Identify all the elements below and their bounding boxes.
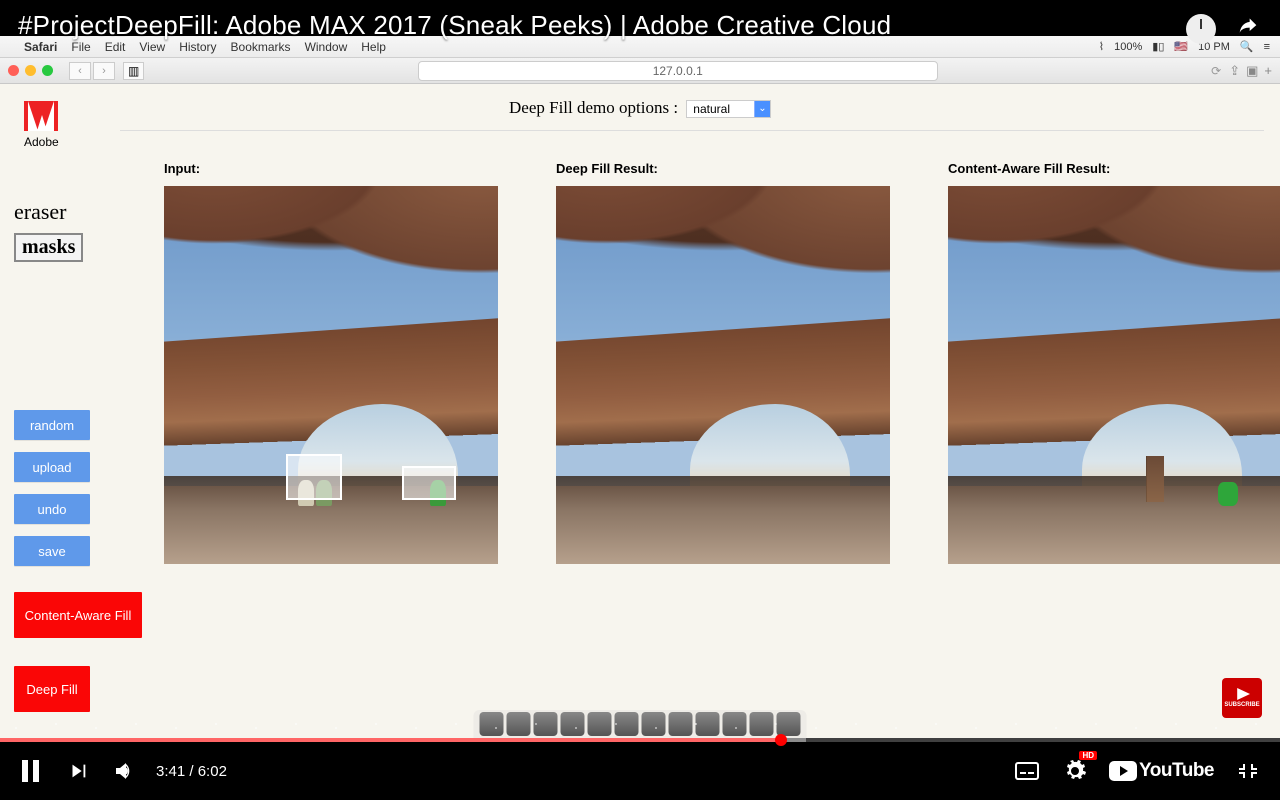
reload-icon[interactable]: ⟳ bbox=[1211, 64, 1221, 78]
dropdown-value: natural bbox=[687, 102, 754, 116]
save-button[interactable]: save bbox=[14, 536, 90, 566]
subscribe-badge[interactable]: SUBSCRIBE bbox=[1222, 678, 1262, 718]
mask-region-1[interactable] bbox=[286, 454, 342, 500]
mask-region-2[interactable] bbox=[402, 466, 456, 500]
traffic-lights[interactable] bbox=[8, 65, 53, 76]
play-icon bbox=[1234, 688, 1250, 700]
letterbox-band bbox=[0, 718, 1280, 738]
deepfill-panel: Deep Fill Result: bbox=[556, 161, 890, 712]
adobe-logo-icon bbox=[24, 101, 58, 131]
pause-button[interactable] bbox=[18, 757, 46, 785]
random-button[interactable]: random bbox=[14, 410, 90, 440]
forward-button[interactable]: › bbox=[93, 62, 115, 80]
wifi-icon[interactable]: ⌇ bbox=[1099, 40, 1104, 53]
battery-label: 100% bbox=[1114, 41, 1142, 53]
eraser-tool[interactable]: eraser bbox=[14, 199, 67, 225]
minimize-window-icon[interactable] bbox=[25, 65, 36, 76]
sidebar-toggle-icon[interactable]: ▥ bbox=[123, 62, 144, 80]
captions-button[interactable] bbox=[1013, 757, 1041, 785]
hd-badge: HD bbox=[1079, 751, 1097, 760]
youtube-logo-text: YouTube bbox=[1139, 760, 1214, 782]
share-icon[interactable] bbox=[1234, 15, 1262, 43]
caf-panel: Content-Aware Fill Result: bbox=[948, 161, 1280, 712]
masks-tool-button[interactable]: masks bbox=[14, 233, 83, 262]
caf-title: Content-Aware Fill Result: bbox=[948, 161, 1280, 176]
youtube-top-icons bbox=[1186, 14, 1262, 44]
time-display: 3:41 / 6:02 bbox=[156, 763, 227, 780]
adobe-logo-block: Adobe bbox=[24, 101, 59, 149]
sidebar: Adobe eraser masks random upload undo sa… bbox=[0, 131, 150, 712]
menubar-window[interactable]: Window bbox=[305, 40, 348, 54]
exit-fullscreen-button[interactable] bbox=[1234, 757, 1262, 785]
watch-later-icon[interactable] bbox=[1186, 14, 1216, 44]
menubar-history[interactable]: History bbox=[179, 40, 216, 54]
options-dropdown[interactable]: natural ⌄ bbox=[686, 100, 771, 118]
youtube-controls: 3:41 / 6:02 HD YouTube bbox=[0, 742, 1280, 800]
input-panel: Input: bbox=[164, 161, 498, 712]
menubar-app[interactable]: Safari bbox=[24, 40, 57, 54]
youtube-logo[interactable]: YouTube bbox=[1109, 760, 1214, 782]
safari-toolbar: ‹ › ▥ 127.0.0.1 ⟳ ⇪ ▣ + bbox=[0, 58, 1280, 84]
duration: 6:02 bbox=[198, 763, 227, 780]
battery-icon: ▮▯ bbox=[1152, 40, 1164, 53]
upload-button[interactable]: upload bbox=[14, 452, 90, 482]
current-time: 3:41 bbox=[156, 763, 185, 780]
deepfill-image bbox=[556, 186, 890, 564]
adobe-label: Adobe bbox=[24, 135, 59, 149]
content-aware-fill-button[interactable]: Content-Aware Fill bbox=[14, 592, 142, 638]
share-safari-icon[interactable]: ⇪ bbox=[1229, 63, 1240, 79]
volume-button[interactable] bbox=[110, 757, 138, 785]
new-tab-icon[interactable]: + bbox=[1264, 63, 1272, 79]
caf-image bbox=[948, 186, 1280, 564]
zoom-window-icon[interactable] bbox=[42, 65, 53, 76]
url-bar[interactable]: 127.0.0.1 bbox=[418, 61, 938, 81]
deepfill-title: Deep Fill Result: bbox=[556, 161, 890, 176]
tabs-icon[interactable]: ▣ bbox=[1246, 63, 1258, 79]
menubar-edit[interactable]: Edit bbox=[105, 40, 126, 54]
menubar-help[interactable]: Help bbox=[361, 40, 386, 54]
chevron-down-icon: ⌄ bbox=[754, 101, 770, 117]
deep-fill-button[interactable]: Deep Fill bbox=[14, 666, 90, 712]
menubar-file[interactable]: File bbox=[71, 40, 90, 54]
menubar-view[interactable]: View bbox=[139, 40, 165, 54]
settings-button[interactable]: HD bbox=[1061, 757, 1089, 785]
web-page: Deep Fill demo options : natural ⌄ Adobe… bbox=[0, 84, 1280, 738]
input-image[interactable] bbox=[164, 186, 498, 564]
options-label: Deep Fill demo options : bbox=[509, 98, 678, 117]
undo-button[interactable]: undo bbox=[14, 494, 90, 524]
captured-desktop: Safari File Edit View History Bookmarks … bbox=[0, 36, 1280, 738]
menubar-bookmarks[interactable]: Bookmarks bbox=[231, 40, 291, 54]
next-button[interactable] bbox=[64, 757, 92, 785]
close-window-icon[interactable] bbox=[8, 65, 19, 76]
subscribe-label: SUBSCRIBE bbox=[1224, 702, 1259, 708]
input-title: Input: bbox=[164, 161, 498, 176]
youtube-video-title: #ProjectDeepFill: Adobe MAX 2017 (Sneak … bbox=[18, 10, 891, 41]
back-button[interactable]: ‹ bbox=[69, 62, 91, 80]
time-separator: / bbox=[189, 763, 197, 780]
menu-extras-icon[interactable]: ≡ bbox=[1264, 41, 1270, 53]
